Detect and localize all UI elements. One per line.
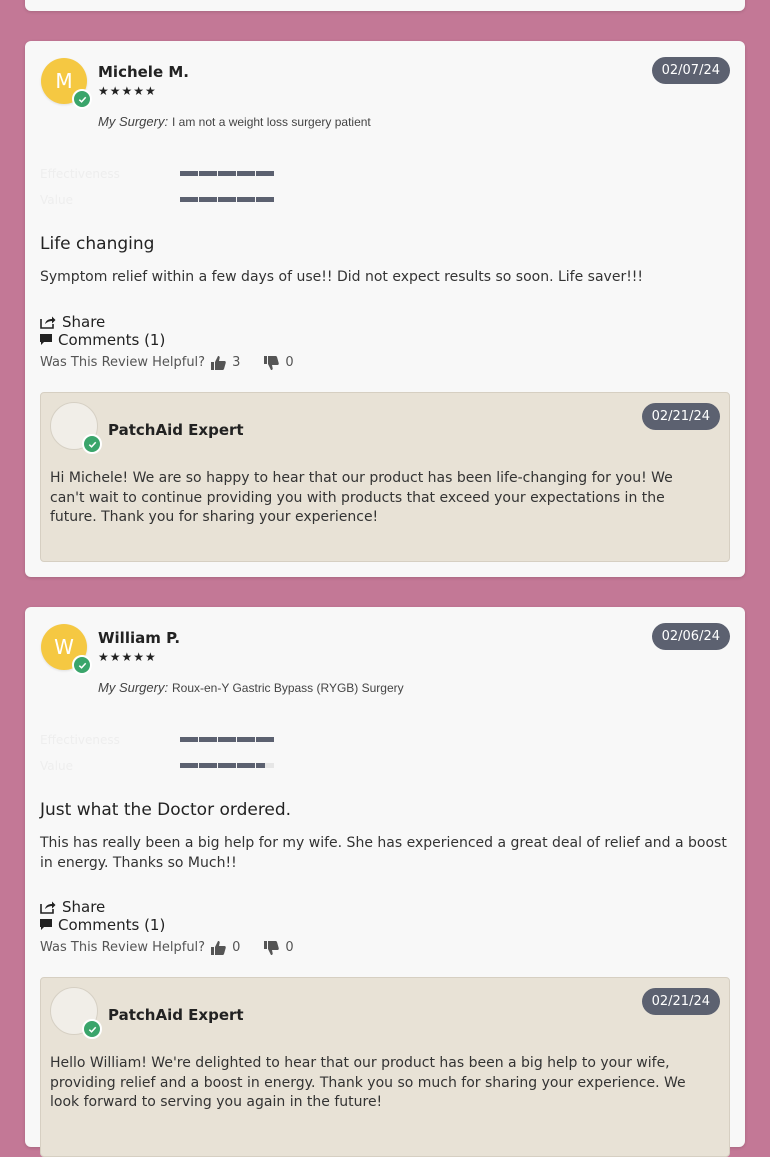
rating-segment xyxy=(180,763,198,768)
comment-icon xyxy=(40,919,52,930)
thumbs-up-icon[interactable] xyxy=(211,355,226,370)
thumbs-up-icon[interactable] xyxy=(211,940,226,955)
rating-segment xyxy=(256,763,274,768)
metric-rating-bar xyxy=(180,197,274,202)
expert-avatar xyxy=(50,402,102,454)
metric-rating-bar xyxy=(180,737,274,742)
review-title: Just what the Doctor ordered. xyxy=(40,800,292,820)
comments-label: Comments (1) xyxy=(58,916,166,934)
comments-toggle[interactable]: Comments (1) xyxy=(40,331,165,349)
metric-value: Value xyxy=(40,193,300,207)
reviewer-name: William P. xyxy=(98,629,181,647)
comments-toggle[interactable]: Comments (1) xyxy=(40,916,165,934)
helpful-row: Was This Review Helpful? 0 0 xyxy=(40,940,312,955)
avatar: M xyxy=(41,58,92,109)
avatar-initial: W xyxy=(54,635,74,659)
share-button[interactable]: Share xyxy=(40,313,105,331)
surgery-value: I am not a weight loss surgery patient xyxy=(172,115,371,129)
helpful-yes-count: 3 xyxy=(232,355,241,370)
comments-label: Comments (1) xyxy=(58,331,166,349)
verified-check-icon xyxy=(72,655,92,675)
previous-review-card xyxy=(25,0,745,11)
rating-segment xyxy=(218,763,236,768)
verified-check-icon xyxy=(82,434,102,454)
share-label: Share xyxy=(62,898,106,916)
metric-effectiveness: Effectiveness xyxy=(40,733,300,747)
metric-label: Effectiveness xyxy=(40,733,120,747)
helpful-yes-count: 0 xyxy=(232,940,241,955)
metric-label: Effectiveness xyxy=(40,167,120,181)
helpful-no-count: 0 xyxy=(285,355,294,370)
reply-text: Hi Michele! We are so happy to hear that… xyxy=(50,470,673,525)
share-label: Share xyxy=(62,313,106,331)
rating-segment xyxy=(256,197,274,202)
avatar-initial: M xyxy=(55,69,73,93)
star-rating: ★★★★★ xyxy=(98,650,157,664)
helpful-no-count: 0 xyxy=(285,940,294,955)
helpful-label: Was This Review Helpful? xyxy=(40,940,206,955)
expert-reply: PatchAid Expert 02/21/24 Hi Michele! We … xyxy=(40,392,730,562)
rating-segment xyxy=(180,171,198,176)
rating-segment xyxy=(180,197,198,202)
metric-effectiveness: Effectiveness xyxy=(40,167,300,181)
avatar: W xyxy=(41,624,92,675)
rating-segment xyxy=(218,737,236,742)
metric-value: Value xyxy=(40,759,300,773)
review-card: M Michele M. ★★★★★ 02/07/24 My Surgery: … xyxy=(25,41,745,577)
share-icon xyxy=(40,316,56,329)
share-icon xyxy=(40,901,56,914)
reply-text: Hello William! We're delighted to hear t… xyxy=(50,1055,686,1110)
surgery-label: My Surgery: xyxy=(98,680,169,695)
metric-label: Value xyxy=(40,193,73,207)
rating-segment xyxy=(180,737,198,742)
rating-segment xyxy=(218,171,236,176)
review-body: This has really been a big help for my w… xyxy=(40,835,727,871)
review-date: 02/07/24 xyxy=(651,57,730,84)
rating-segment xyxy=(199,737,217,742)
verified-check-icon xyxy=(82,1019,102,1039)
share-button[interactable]: Share xyxy=(40,898,105,916)
rating-segment xyxy=(256,171,274,176)
reply-date: 02/21/24 xyxy=(641,988,720,1015)
review-title: Life changing xyxy=(40,234,155,254)
rating-segment xyxy=(237,171,255,176)
review-card: W William P. ★★★★★ 02/06/24 My Surgery: … xyxy=(25,607,745,1157)
expert-avatar xyxy=(50,987,102,1039)
metric-rating-bar xyxy=(180,171,274,176)
rating-segment xyxy=(237,197,255,202)
verified-check-icon xyxy=(72,89,92,109)
rating-segment xyxy=(199,763,217,768)
rating-segment xyxy=(218,197,236,202)
surgery-value: Roux-en-Y Gastric Bypass (RYGB) Surgery xyxy=(172,681,404,695)
thumbs-down-icon[interactable] xyxy=(264,940,280,955)
expert-reply: PatchAid Expert 02/21/24 Hello William! … xyxy=(40,977,730,1157)
rating-segment xyxy=(199,197,217,202)
expert-name: PatchAid Expert xyxy=(108,421,244,439)
rating-segment xyxy=(237,737,255,742)
review-body: Symptom relief within a few days of use!… xyxy=(40,269,644,285)
review-date: 02/06/24 xyxy=(651,623,730,650)
metric-label: Value xyxy=(40,759,73,773)
reviewer-name: Michele M. xyxy=(98,63,189,81)
helpful-row: Was This Review Helpful? 3 0 xyxy=(40,355,312,370)
reply-date: 02/21/24 xyxy=(641,403,720,430)
helpful-label: Was This Review Helpful? xyxy=(40,355,206,370)
surgery-label: My Surgery: xyxy=(98,114,169,129)
rating-segment xyxy=(199,171,217,176)
metric-rating-bar xyxy=(180,763,274,768)
comment-icon xyxy=(40,334,52,345)
rating-segment xyxy=(237,763,255,768)
rating-segment xyxy=(256,737,274,742)
thumbs-down-icon[interactable] xyxy=(264,355,280,370)
expert-name: PatchAid Expert xyxy=(108,1006,244,1024)
star-rating: ★★★★★ xyxy=(98,84,157,98)
